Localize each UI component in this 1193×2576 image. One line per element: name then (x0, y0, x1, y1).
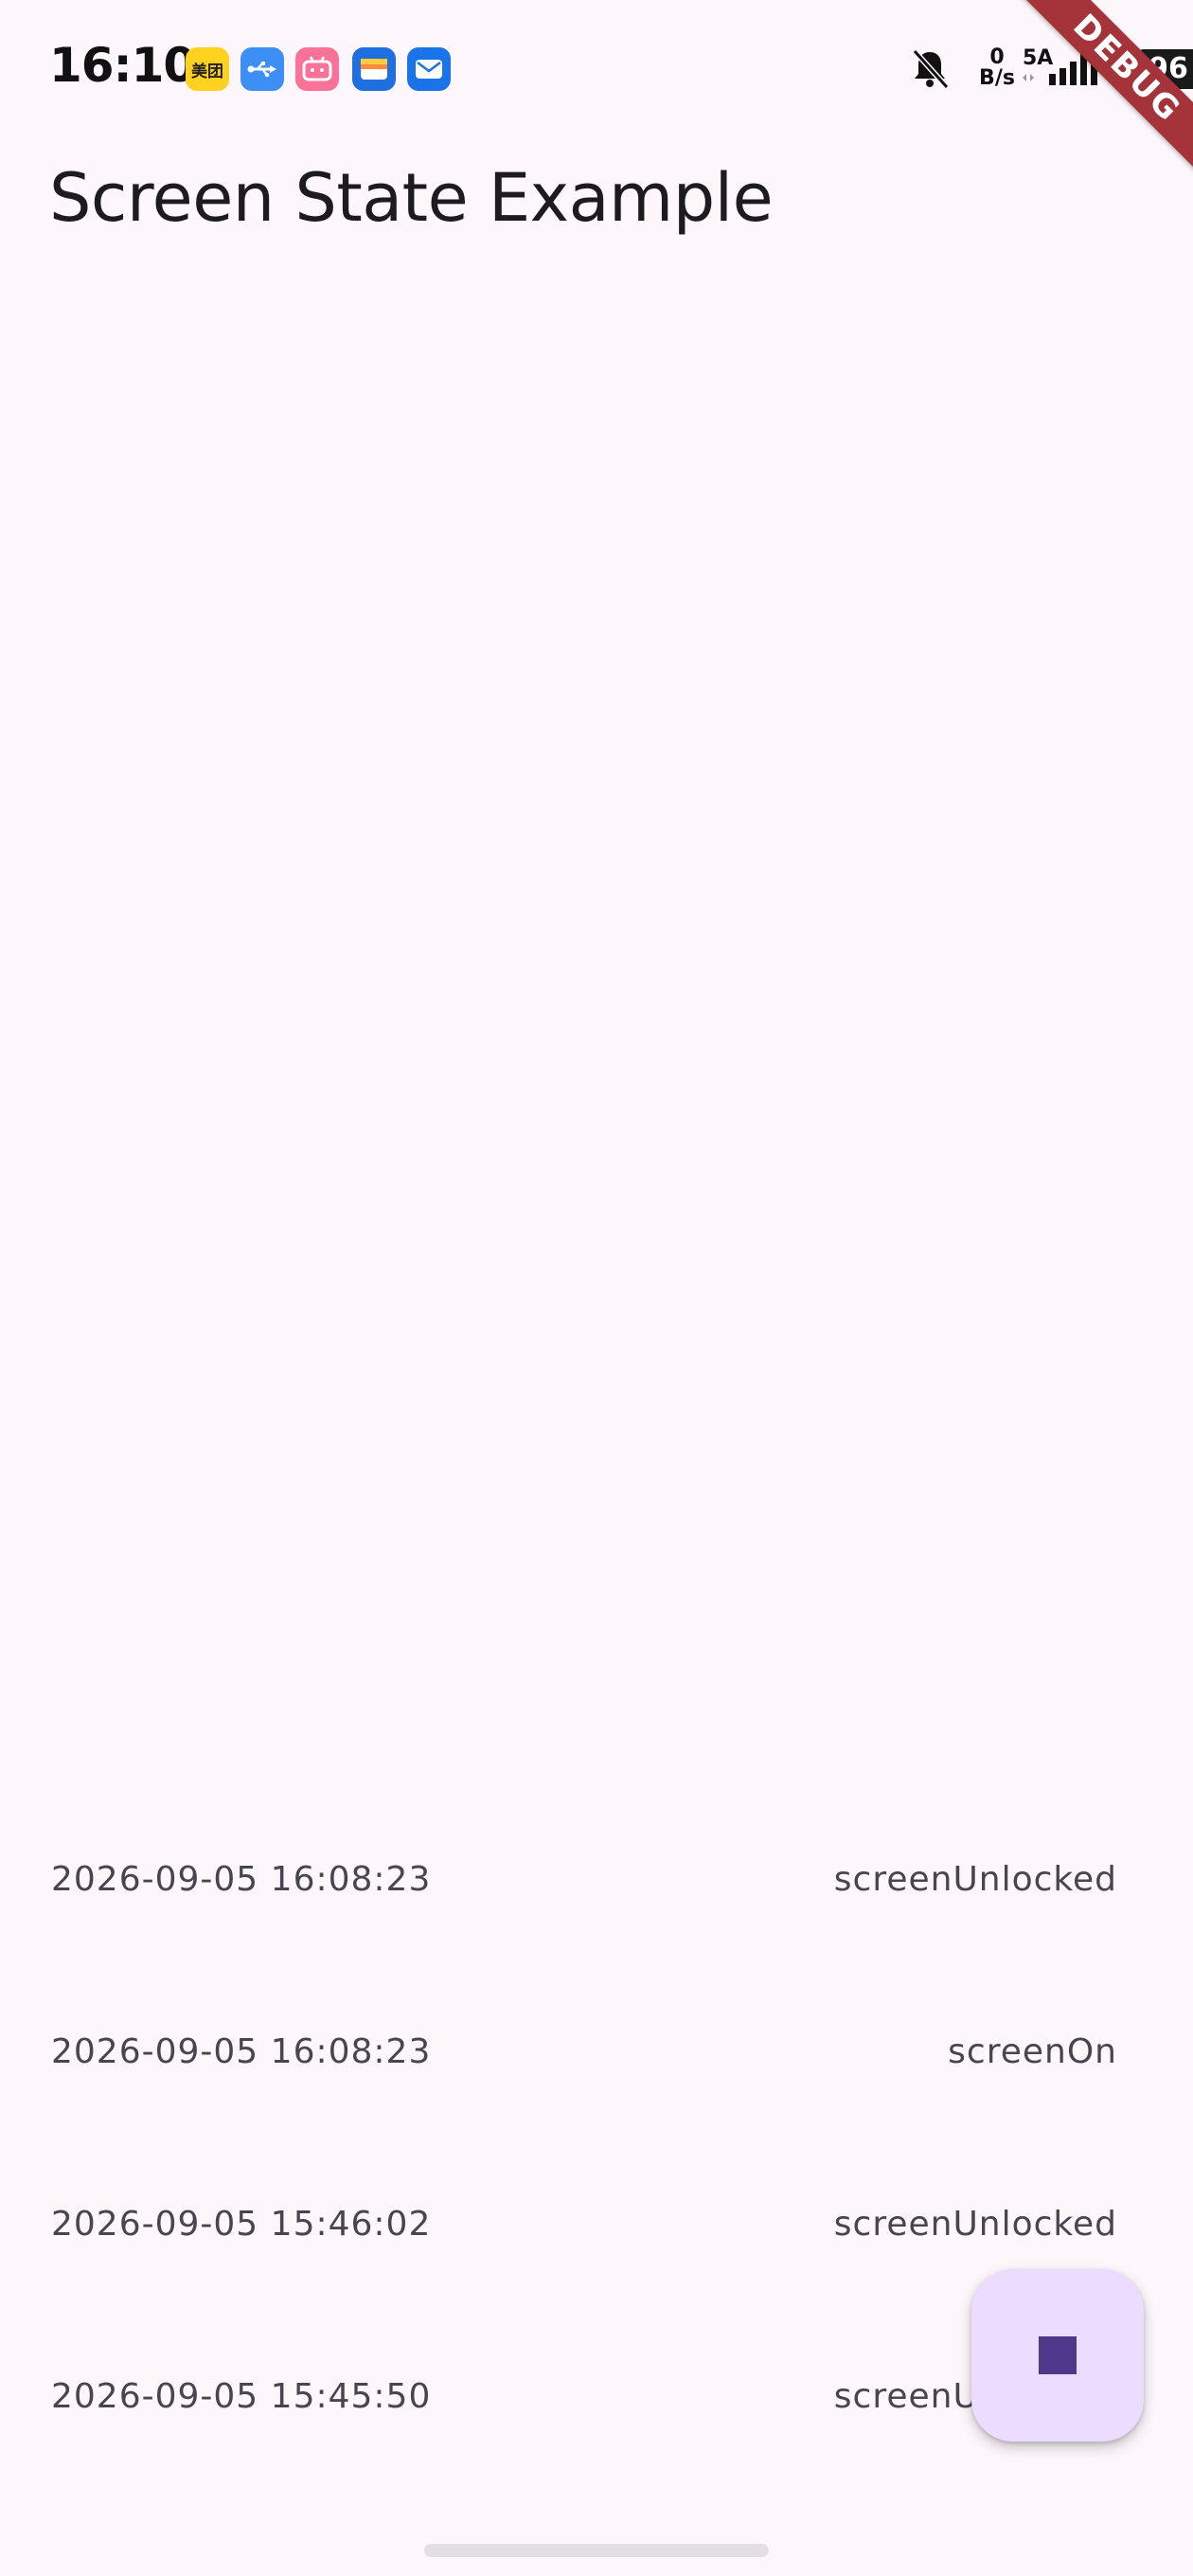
event-time: 2026-09-05 16:08:23 (51, 1860, 432, 1899)
event-name: screenUnlocked (833, 1860, 1117, 1899)
stop-button[interactable] (971, 2269, 1144, 2442)
status-time: 16:10 (49, 38, 196, 93)
stop-icon (1039, 2336, 1077, 2374)
wallet-icon (352, 47, 396, 91)
event-time: 2026-09-05 15:46:02 (51, 2205, 432, 2244)
mute-icon (909, 47, 951, 96)
event-time: 2026-09-05 16:08:23 (51, 2032, 432, 2071)
debug-banner: DEBUG (1004, 0, 1193, 189)
list-item[interactable]: 2026-09-05 16:08:23 screenUnlocked (0, 1799, 1193, 1972)
event-name: screenOn (948, 2032, 1117, 2071)
mail-icon (407, 47, 451, 91)
usb-icon (240, 47, 284, 91)
page-title: Screen State Example (49, 159, 774, 237)
meituan-icon: 美团 (186, 47, 229, 91)
bilibili-icon (295, 47, 339, 91)
gesture-navigation-bar[interactable] (424, 2544, 769, 2557)
list-item[interactable]: 2026-09-05 16:08:23 screenOn (0, 1972, 1193, 2144)
event-time: 2026-09-05 15:45:50 (51, 2377, 432, 2416)
debug-banner-container: DEBUG (1004, 0, 1193, 189)
event-name: screenUnlocked (833, 2205, 1117, 2244)
